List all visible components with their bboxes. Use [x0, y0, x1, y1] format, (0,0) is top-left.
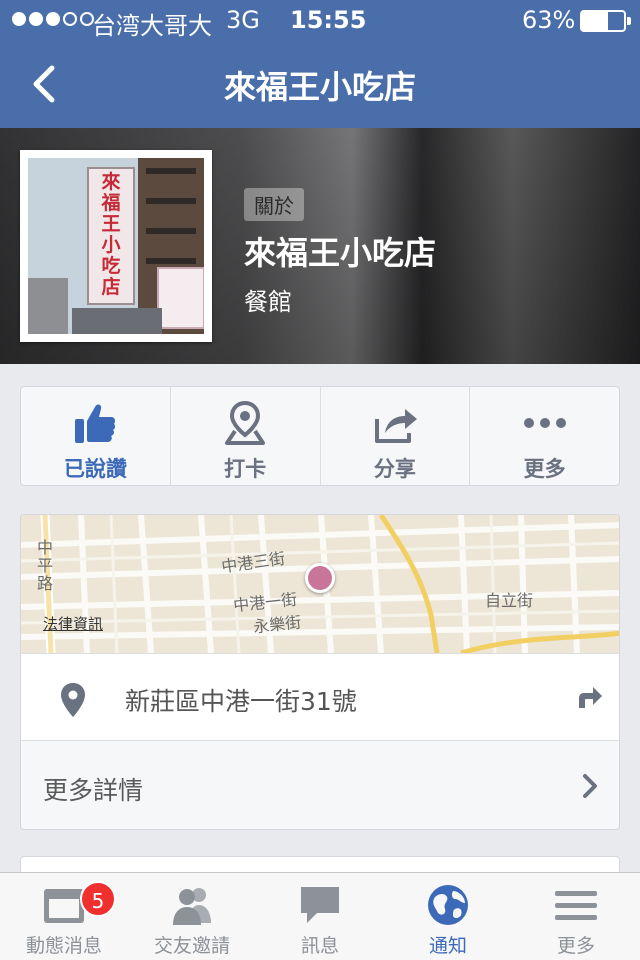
status-bar: 台湾大哥大 3G 15:55 63%	[0, 0, 640, 40]
signal-dot	[46, 12, 60, 26]
profile-photo: 來福王小吃店	[28, 158, 204, 334]
status-time: 15:55	[290, 6, 367, 34]
map-legal-link[interactable]: 法律資訊	[43, 613, 103, 634]
messages-icon	[301, 887, 339, 923]
tab-bar: 5 動態消息 交友邀請 訊息 通知 更多	[0, 872, 640, 960]
chevron-right-icon	[583, 774, 597, 798]
place-name: 來福王小吃店	[244, 234, 437, 272]
more-details-row[interactable]: 更多詳情	[21, 741, 619, 829]
notification-badge: 5	[80, 881, 116, 917]
page-actions: 已說讚 打卡 分享 更多	[20, 386, 620, 486]
checkin-pin-icon	[225, 400, 266, 445]
sign-text: 來福王小吃店	[101, 171, 121, 298]
map-street-label: 永樂街	[252, 612, 303, 637]
page-title: 來福王小吃店	[223, 68, 416, 106]
place-category[interactable]: 餐館	[244, 282, 292, 317]
map-street-label: 自立街	[485, 591, 534, 610]
checkin-button[interactable]: 打卡	[171, 387, 321, 485]
more-actions-button[interactable]: 更多	[470, 387, 619, 485]
more-dots-icon	[523, 418, 566, 428]
battery-fill	[582, 12, 609, 30]
tab-label: 訊息	[300, 935, 339, 957]
address-text: 新莊區中港一街31號	[125, 687, 357, 716]
about-badge[interactable]: 關於	[244, 188, 304, 221]
signal-dot	[29, 12, 43, 26]
navigation-bar: 來福王小吃店	[0, 40, 640, 128]
signal-dot	[12, 12, 26, 26]
like-button[interactable]: 已說讚	[21, 387, 171, 485]
signal-dot	[63, 12, 77, 26]
like-label: 已說讚	[63, 457, 127, 481]
tab-label: 通知	[428, 935, 467, 957]
tab-messages[interactable]: 訊息	[256, 873, 384, 960]
directions-icon[interactable]	[575, 684, 603, 710]
cover-photo: 來福王小吃店 關於 來福王小吃店 餐館	[0, 128, 640, 364]
friend-requests-icon	[173, 888, 211, 925]
map-view[interactable]: 中港三街 中港一街 永樂街 自立街 中平路 法律資訊	[21, 515, 619, 653]
tab-label: 動態消息	[25, 935, 102, 957]
tab-label: 交友邀請	[153, 935, 230, 957]
signal-strength-icon	[12, 12, 94, 26]
globe-icon	[428, 885, 468, 925]
network-type: 3G	[226, 6, 260, 34]
tab-more[interactable]: 更多	[512, 873, 640, 960]
checkin-label: 打卡	[224, 457, 267, 481]
tab-label: 更多	[556, 935, 595, 957]
location-card: 中港三街 中港一街 永樂街 自立街 中平路 法律資訊 新莊區中港一街31號 更多…	[20, 514, 620, 830]
menu-icon	[555, 891, 597, 920]
tab-friend-requests[interactable]: 交友邀請	[128, 873, 256, 960]
share-icon	[374, 409, 417, 443]
location-pin-icon	[61, 683, 85, 717]
map-pin-marker	[305, 563, 335, 593]
tab-news-feed[interactable]: 5 動態消息	[0, 873, 128, 960]
battery-percentage: 63%	[522, 6, 576, 34]
more-actions-label: 更多	[523, 457, 566, 481]
share-label: 分享	[373, 457, 416, 481]
back-button[interactable]	[20, 58, 72, 110]
map-street-label: 中平路	[37, 538, 54, 593]
carrier-name: 台湾大哥大	[92, 12, 212, 40]
battery-tip	[627, 17, 631, 25]
thumbs-up-icon	[75, 404, 116, 443]
battery-icon	[580, 10, 631, 32]
profile-picture[interactable]: 來福王小吃店	[20, 150, 212, 342]
more-details-label: 更多詳情	[43, 776, 144, 805]
tab-notifications[interactable]: 通知	[384, 873, 512, 960]
share-button[interactable]: 分享	[321, 387, 471, 485]
chevron-left-icon	[33, 65, 55, 103]
address-row[interactable]: 新莊區中港一街31號	[21, 653, 619, 741]
